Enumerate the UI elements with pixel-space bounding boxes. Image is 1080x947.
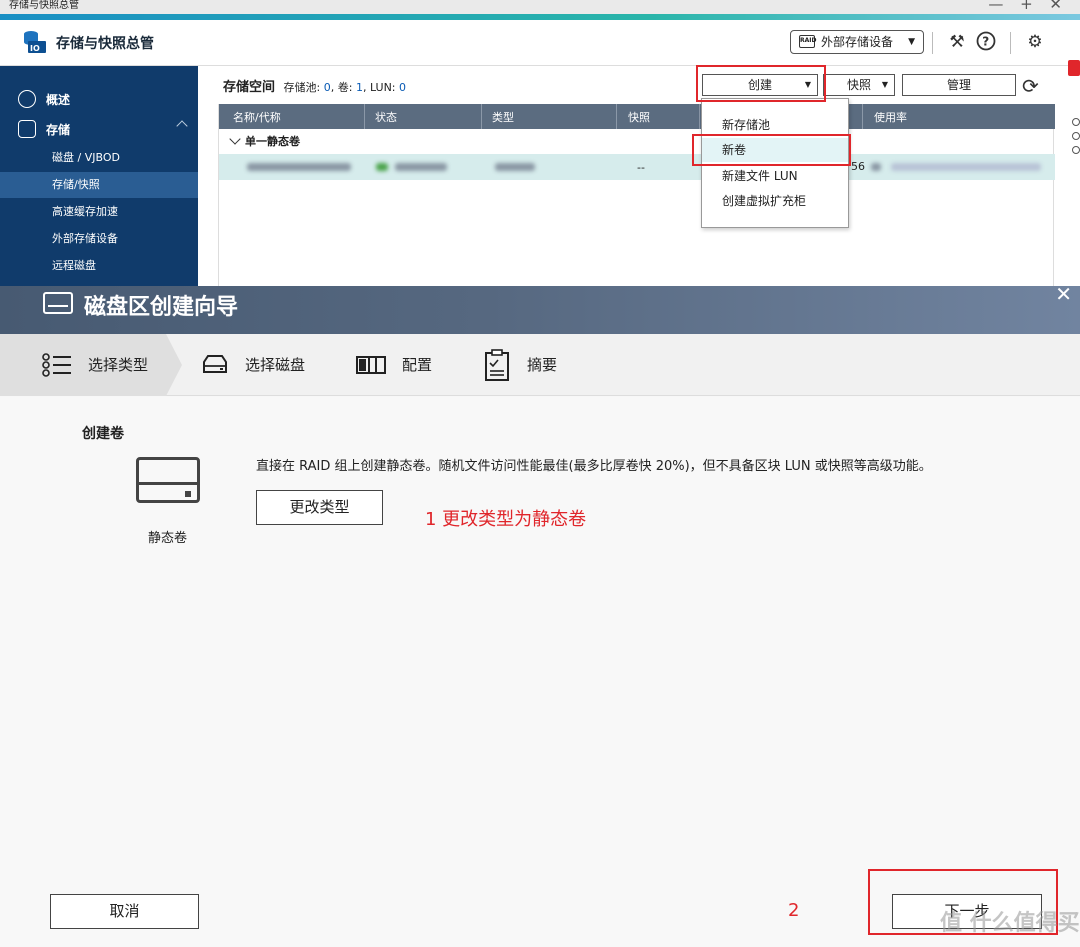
storage-table: 名称/代称 状态 类型 快照 使用率 单一静态卷 -- 56 — [218, 104, 1055, 286]
column-snapshot[interactable]: 快照 — [628, 109, 650, 125]
watermark: 值 什么值得买 — [940, 911, 1080, 936]
close-icon[interactable]: ✕ — [1055, 282, 1072, 306]
wizard-title: 磁盘区创建向导 — [84, 295, 239, 320]
group-row[interactable]: 单一静态卷 — [219, 131, 1055, 153]
create-menu: 新存储池 新卷 新建文件 LUN 创建虚拟扩充柜 — [701, 98, 849, 228]
column-status[interactable]: 状态 — [375, 109, 397, 125]
external-devices-label: 外部存储设备 — [821, 35, 894, 49]
redacted-status — [395, 163, 447, 171]
capacity-value: 56 — [851, 160, 865, 173]
chevron-down-icon — [229, 133, 241, 145]
window-title: 存储与快照总管 — [9, 0, 79, 11]
screenshot-root: 存储与快照总管 — + ✕ IO 存储与快照总管 RAID 外部存储设备 ▼ ⚒… — [0, 0, 1080, 947]
snapshot-button[interactable]: 快照 ▼ — [823, 74, 895, 96]
status-ok-icon — [376, 163, 388, 171]
content-title: 存储空间 存储池: 0, 卷: 1, LUN: 0 — [223, 76, 406, 95]
column-usage[interactable]: 使用率 — [874, 109, 907, 125]
raid-icon: RAID — [799, 35, 816, 48]
external-devices-dropdown[interactable]: RAID 外部存储设备 ▼ — [790, 30, 924, 54]
menu-item-new-file-lun[interactable]: 新建文件 LUN — [702, 164, 848, 188]
volume-description: 直接在 RAID 组上创建静态卷。随机文件访问性能最佳(最多比厚卷快 20%)，… — [256, 459, 932, 474]
volume-type-label: 静态卷 — [148, 531, 188, 546]
create-button[interactable]: 创建 ▼ — [702, 74, 818, 96]
disk-icon — [43, 292, 73, 314]
sidebar-item-remote-disk[interactable]: 远程磁盘 — [0, 253, 198, 279]
change-type-button[interactable]: 更改类型 — [256, 490, 383, 525]
redacted-type — [495, 163, 535, 171]
config-icon — [356, 356, 386, 374]
redacted-capacity — [871, 163, 881, 171]
table-header: 名称/代称 状态 类型 快照 使用率 — [219, 104, 1055, 129]
app-logo-icon: IO — [24, 31, 46, 53]
app-title: 存储与快照总管 — [56, 36, 154, 52]
window-titlebar: 存储与快照总管 — + ✕ — [0, 0, 1080, 14]
snapshot-value: -- — [637, 161, 645, 174]
wizard-header: 磁盘区创建向导 ✕ — [0, 282, 1080, 334]
step-select-type: 选择类型 — [88, 356, 149, 374]
redacted-name — [247, 163, 351, 171]
annotation-step-1: 1 更改类型为静态卷 — [425, 509, 587, 530]
sidebar-item-cache[interactable]: 高速缓存加速 — [0, 199, 198, 225]
list-icon — [42, 353, 71, 377]
section-title: 创建卷 — [82, 426, 124, 442]
step-select-disks: 选择磁盘 — [245, 356, 306, 374]
header-divider — [932, 32, 933, 54]
help-icon[interactable]: ? — [975, 31, 997, 53]
storage-icon — [18, 120, 36, 138]
page-title: 存储空间 — [223, 80, 276, 95]
chevron-down-icon: ▼ — [804, 80, 811, 89]
step-configure: 配置 — [402, 356, 433, 374]
menu-item-virtual-jbod[interactable]: 创建虚拟扩充柜 — [702, 189, 848, 213]
group-label: 单一静态卷 — [245, 135, 300, 148]
chevron-up-icon[interactable] — [176, 120, 188, 132]
sidebar-item-label: 存储 — [46, 123, 71, 137]
sidebar-item-label: 概述 — [46, 93, 71, 107]
manage-button[interactable]: 管理 — [902, 74, 1016, 96]
app-header: IO 存储与快照总管 RAID 外部存储设备 ▼ ⚒ ? ⚙ — [0, 20, 1080, 66]
annotation-step-2: 2 — [788, 900, 800, 921]
menu-item-new-volume[interactable]: 新卷 — [702, 138, 848, 162]
window-controls[interactable]: — + ✕ — [988, 0, 1068, 12]
static-volume-icon — [136, 457, 200, 503]
chevron-down-icon: ▼ — [881, 80, 888, 89]
column-type[interactable]: 类型 — [492, 109, 514, 125]
settings-icon[interactable]: ⚙ — [1024, 31, 1046, 53]
dashboard-icon — [18, 90, 36, 108]
storage-summary: 存储池: 0, 卷: 1, LUN: 0 — [283, 81, 407, 94]
storage-content: 存储空间 存储池: 0, 卷: 1, LUN: 0 创建 ▼ 快照 ▼ 管理 ⟳… — [198, 66, 1080, 286]
step-arrow — [166, 334, 182, 396]
redacted-usage — [891, 163, 1041, 171]
header-divider — [1010, 32, 1011, 54]
background-window-edge — [1066, 60, 1080, 270]
sidebar-item-external-storage[interactable]: 外部存储设备 — [0, 226, 198, 252]
refresh-icon[interactable]: ⟳ — [1022, 74, 1039, 98]
menu-item-new-pool[interactable]: 新存储池 — [702, 113, 848, 137]
wizard-body: 创建卷 静态卷 直接在 RAID 组上创建静态卷。随机文件访问性能最佳(最多比厚… — [0, 397, 1080, 947]
wizard-steps: 选择类型 选择磁盘 配置 摘要 — [0, 334, 1080, 396]
table-row[interactable]: -- 56 — [219, 154, 1055, 180]
step-summary: 摘要 — [527, 356, 558, 374]
chevron-down-icon: ▼ — [908, 37, 915, 47]
sidebar: 概述 存储 磁盘 / VJBOD 存储/快照 高速缓存加速 外部存储设备 远程磁… — [0, 66, 198, 286]
svg-text:?: ? — [982, 35, 989, 49]
sidebar-item-disks[interactable]: 磁盘 / VJBOD — [0, 145, 198, 171]
cancel-button[interactable]: 取消 — [50, 894, 199, 929]
svg-text:IO: IO — [30, 44, 40, 53]
disk-icon — [203, 355, 227, 373]
tools-icon[interactable]: ⚒ — [946, 31, 968, 53]
column-name[interactable]: 名称/代称 — [233, 109, 281, 125]
sidebar-item-storage-snapshots[interactable]: 存储/快照 — [0, 172, 198, 198]
clipboard-icon — [485, 349, 509, 381]
